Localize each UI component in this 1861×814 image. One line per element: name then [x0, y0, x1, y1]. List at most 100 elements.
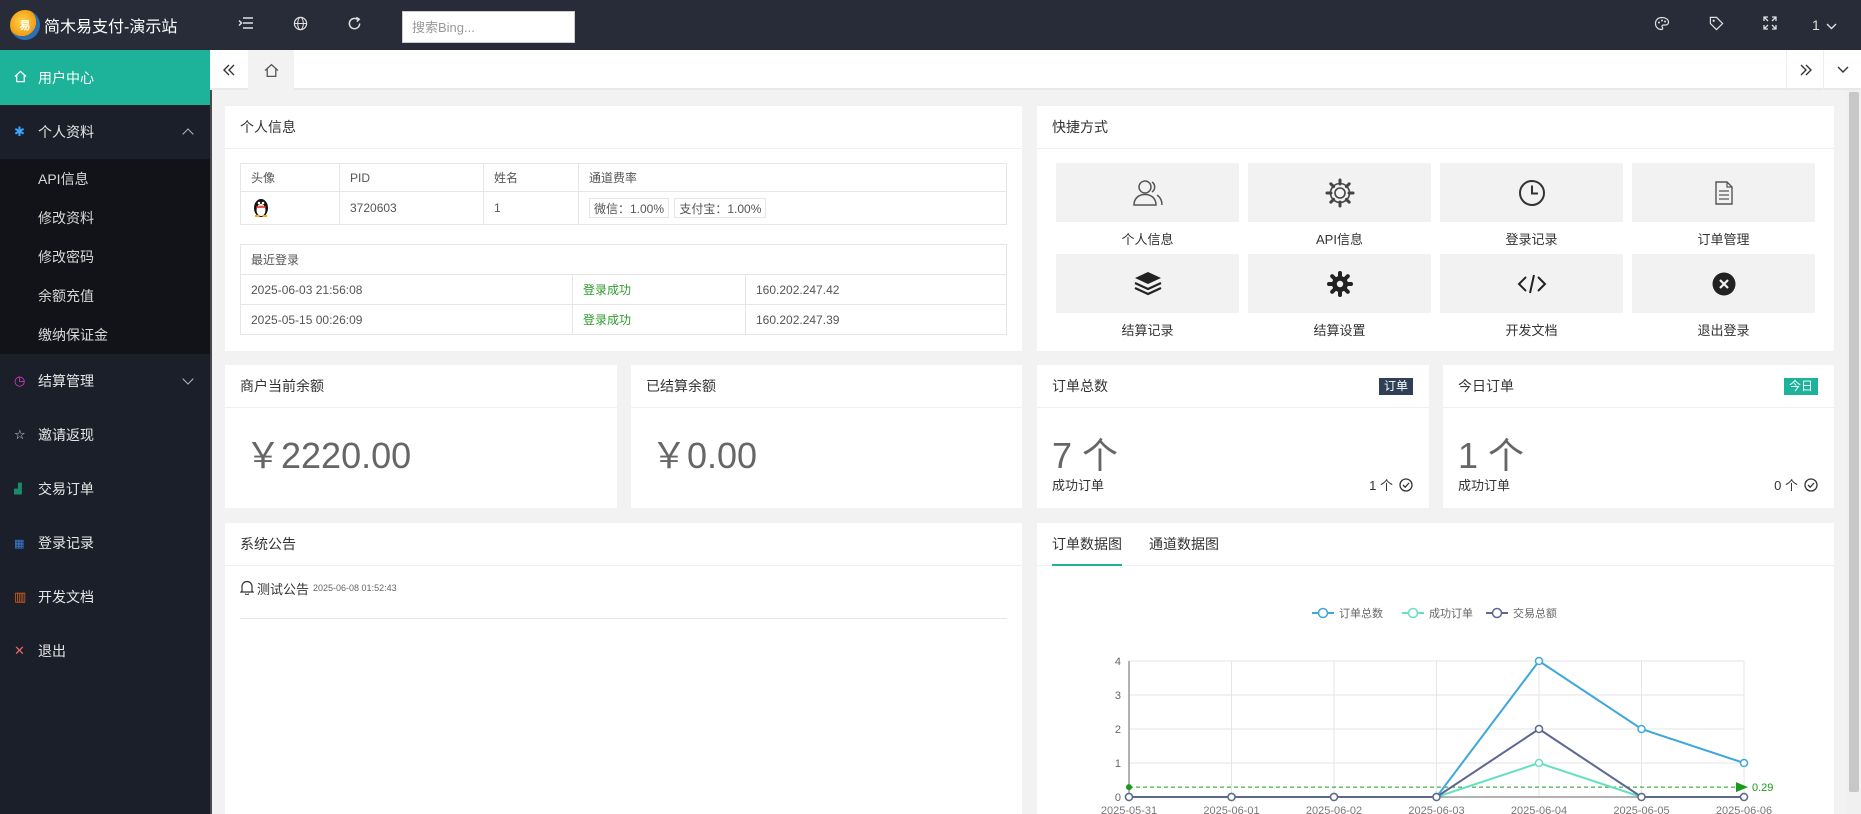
login-ip: 160.202.247.39: [745, 304, 1007, 335]
book-icon: ▥: [14, 589, 27, 604]
total-orders-title: 订单总数: [1052, 378, 1108, 394]
shortcut-order-manage[interactable]: [1632, 163, 1815, 222]
shortcut-personal-info[interactable]: [1056, 163, 1239, 222]
nav-dev-docs[interactable]: ▥ 开发文档: [0, 570, 210, 624]
sub-edit-profile[interactable]: 修改资料: [0, 198, 210, 237]
legend-label: 成功订单: [1429, 607, 1473, 620]
shortcut-settle-settings[interactable]: [1248, 254, 1431, 313]
scrollbar-thumb[interactable]: [1849, 92, 1859, 792]
tabs-dropdown-icon[interactable]: [1823, 50, 1861, 90]
shortcut-logout[interactable]: [1632, 254, 1815, 313]
user-label: 1: [1812, 17, 1820, 33]
order-line-chart: 0 1 2 3 4 2025-05-31 2025-06-01 2025-06-02 2025-…: [1101, 606, 1774, 814]
data-point: [1227, 792, 1236, 802]
total-orders-value: 7 个: [1052, 435, 1119, 476]
sidebar: 易 简木易支付-演示站 用户中心 ✱ 个人资料 API信息 修改资料 修改密码 …: [0, 0, 210, 814]
today-success: 0 个: [1774, 475, 1818, 494]
star-icon: ☆: [14, 427, 26, 442]
nav-invite[interactable]: ☆ 邀请返现: [0, 408, 210, 462]
shortcut-label: 结算设置: [1313, 323, 1366, 338]
shortcut-login-log[interactable]: [1440, 163, 1623, 222]
avatar: [240, 191, 340, 225]
nav-orders[interactable]: ▟ 交易订单: [0, 462, 210, 516]
today-orders-title: 今日订单: [1458, 378, 1514, 394]
tabs-scroll-left-icon[interactable]: [210, 50, 248, 90]
shortcuts-title: 快捷方式: [1037, 106, 1834, 149]
bell-icon: [240, 580, 254, 595]
recent-login-title: 最近登录: [240, 244, 1007, 275]
total-orders-card: 订单总数 订单 7 个 成功订单 1 个: [1037, 365, 1429, 508]
sub-change-password[interactable]: 修改密码: [0, 237, 210, 276]
recent-login-table: 最近登录 2025-06-03 21:56:08 登录成功 160.202.24…: [240, 244, 1007, 335]
login-time: 2025-06-03 21:56:08: [240, 274, 573, 305]
nav-logout[interactable]: ✕ 退出: [0, 624, 210, 678]
legend-label: 订单总数: [1339, 606, 1383, 620]
tab-home[interactable]: [248, 50, 294, 90]
close-circle-icon: [1712, 272, 1735, 295]
header-avatar: 头像: [240, 163, 340, 192]
y-tick-label: 1: [1115, 758, 1121, 770]
today-badge: 今日: [1783, 378, 1818, 395]
sub-deposit[interactable]: 缴纳保证金: [0, 315, 210, 354]
data-point: [1739, 792, 1749, 802]
frame-edge: [210, 90, 212, 814]
top-bar: 1: [210, 0, 1861, 50]
x-tick-label: 2025-05-31: [1101, 805, 1157, 814]
nav-user-center[interactable]: 用户中心: [0, 50, 210, 105]
x-tick-label: 2025-06-05: [1613, 805, 1669, 814]
sub-api-info[interactable]: API信息: [0, 159, 210, 198]
shortcut-api-info[interactable]: [1248, 163, 1431, 222]
fullscreen-icon[interactable]: [1760, 16, 1780, 36]
notice-title: 系统公告: [225, 523, 1022, 566]
notice-item[interactable]: 测试公告 2025-06-08 01:52:43: [240, 579, 1007, 619]
today-success-value: 0 个: [1774, 478, 1798, 493]
refresh-icon[interactable]: [344, 16, 364, 36]
brand-logo[interactable]: 易 简木易支付-演示站: [0, 0, 210, 50]
nav-profile-label: 个人资料: [38, 124, 94, 140]
tab-channel-chart[interactable]: 通道数据图: [1149, 523, 1219, 566]
pid-value: 3720603: [339, 191, 484, 225]
globe-icon[interactable]: [290, 16, 310, 36]
check-circle-icon: [1399, 477, 1413, 492]
settled-title: 已结算余额: [631, 365, 1022, 408]
data-point: [1329, 792, 1339, 802]
shortcut-label: 订单管理: [1697, 232, 1750, 247]
palette-icon[interactable]: [1652, 16, 1672, 36]
cog-icon: [1326, 270, 1353, 297]
nav-login-log-label: 登录记录: [38, 535, 94, 551]
code-icon: [1517, 274, 1546, 293]
chart-tabs: 订单数据图 通道数据图: [1037, 523, 1834, 566]
total-success-label: 成功订单: [1052, 478, 1105, 493]
data-point: [1534, 724, 1544, 734]
shortcut-dev-docs[interactable]: [1440, 254, 1623, 313]
shortcut-settle-records[interactable]: [1056, 254, 1239, 313]
clock-icon: [1518, 179, 1545, 206]
header-name: 姓名: [483, 163, 579, 192]
tabs-scroll-right-icon[interactable]: [1786, 50, 1824, 90]
tag-icon[interactable]: [1706, 16, 1726, 36]
nav-orders-label: 交易订单: [38, 481, 94, 497]
notice-card: 系统公告 测试公告 2025-06-08 01:52:43: [225, 523, 1022, 814]
total-orders-head: 订单总数 订单: [1037, 365, 1429, 408]
table-row: 2025-06-03 21:56:08 登录成功 160.202.247.42: [240, 274, 1007, 305]
tab-bar: [210, 50, 1861, 90]
shortcut-label: 个人信息: [1121, 232, 1174, 247]
total-success-value: 1 个: [1369, 478, 1393, 493]
nav-profile[interactable]: ✱ 个人资料: [0, 105, 210, 159]
nav-settlement-label: 结算管理: [38, 373, 94, 389]
notice-text: 测试公告: [257, 582, 310, 597]
nav-settlement[interactable]: ◷ 结算管理: [0, 354, 210, 408]
menu-toggle-icon[interactable]: [236, 16, 256, 36]
sub-recharge[interactable]: 余额充值: [0, 276, 210, 315]
chevron-down-icon: [182, 373, 194, 385]
tab-order-chart[interactable]: 订单数据图: [1052, 523, 1122, 566]
orders-badge: 订单: [1378, 378, 1413, 395]
user-menu[interactable]: 1: [1812, 16, 1846, 36]
nav-login-log[interactable]: ▦ 登录记录: [0, 516, 210, 570]
search-input[interactable]: [402, 11, 575, 43]
total-success: 1 个: [1369, 475, 1413, 494]
shortcut-label: 退出登录: [1697, 323, 1750, 338]
gear-icon: [1325, 178, 1354, 207]
login-status: 登录成功: [572, 274, 746, 305]
document-icon: [1714, 180, 1733, 205]
